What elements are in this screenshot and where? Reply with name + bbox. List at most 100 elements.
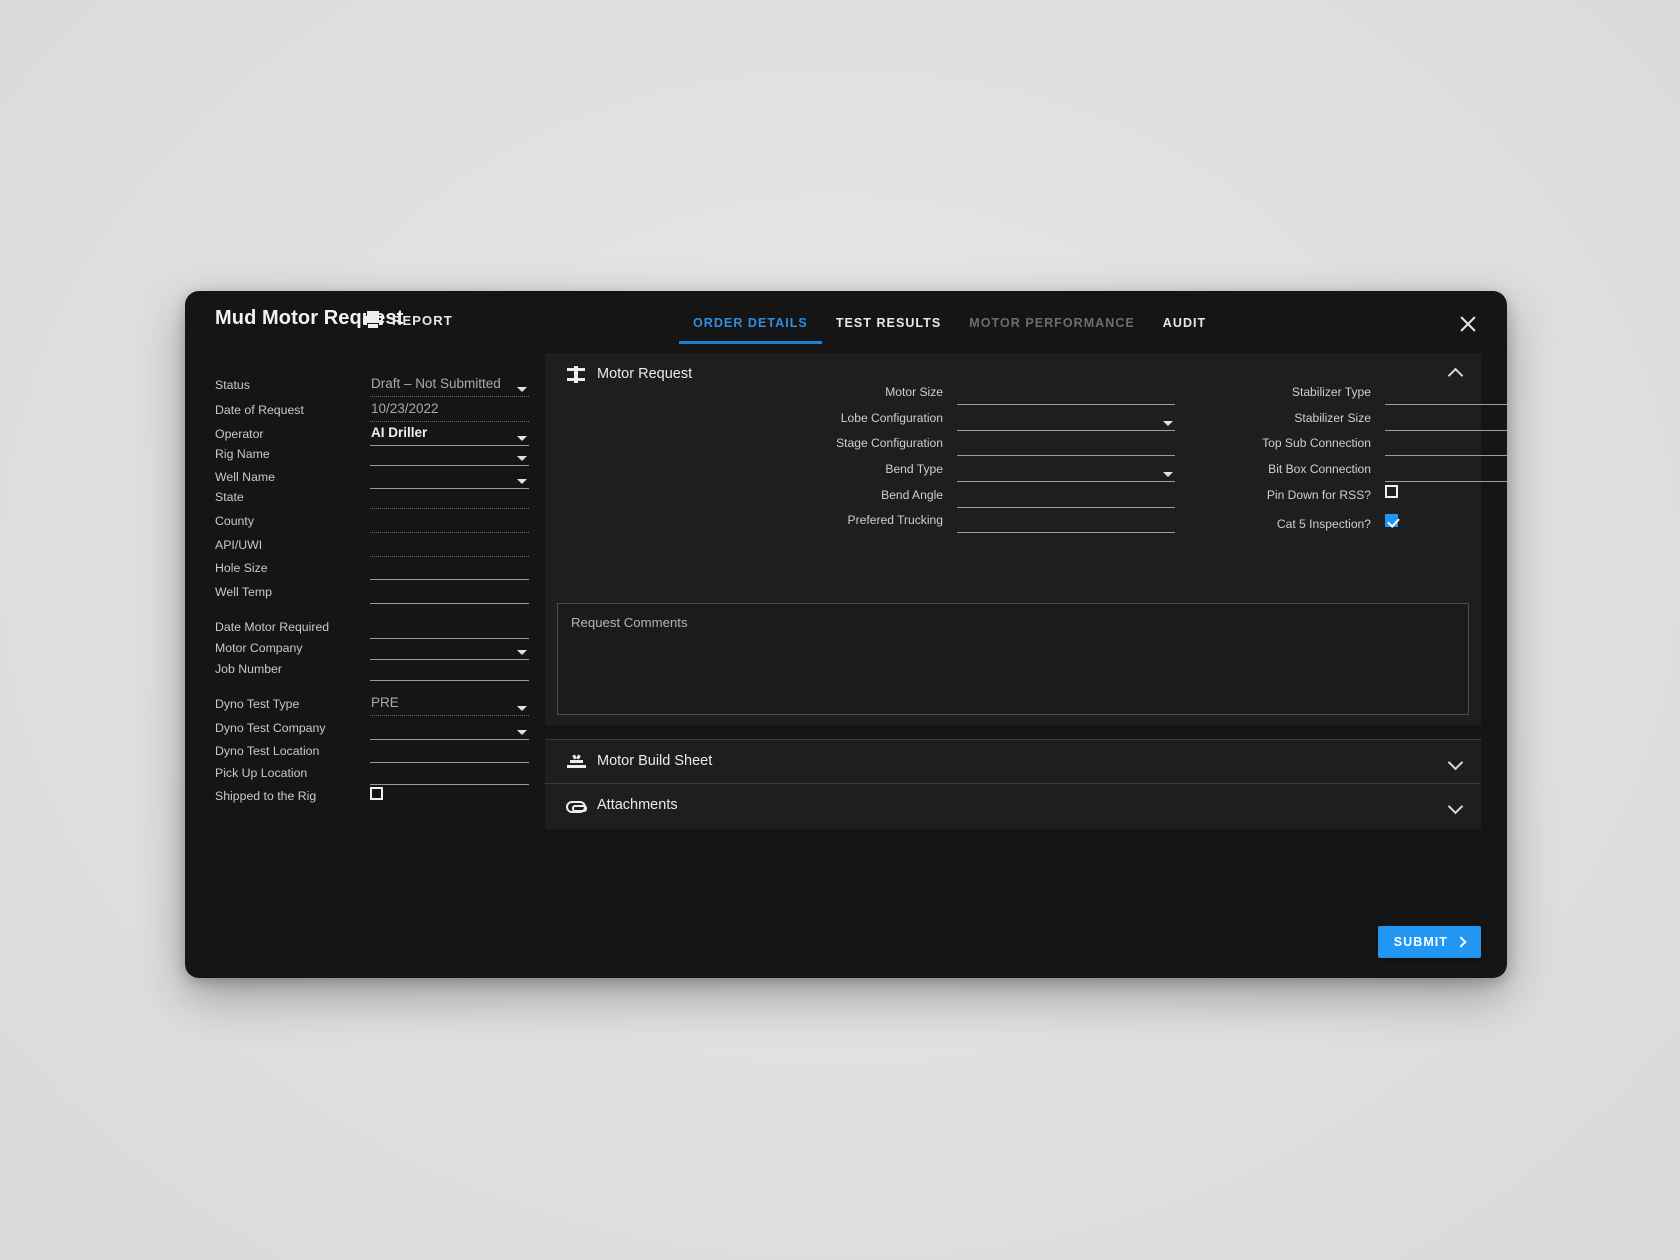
- tab-audit[interactable]: AUDIT: [1149, 310, 1220, 344]
- panel-attachments-header[interactable]: Attachments: [545, 784, 1481, 828]
- field-value: PRE: [371, 695, 399, 710]
- panel-attachments[interactable]: Attachments: [545, 783, 1481, 829]
- field-input[interactable]: [957, 458, 1175, 482]
- field-input[interactable]: [370, 487, 529, 509]
- field-input[interactable]: [370, 638, 529, 660]
- field-label: Cat 5 Inspection?: [1276, 517, 1371, 531]
- field-underline: [370, 421, 529, 422]
- motor-request-field-row: Lobe Configuration: [841, 407, 1175, 431]
- field-underline: [370, 532, 529, 533]
- field-input[interactable]: [370, 558, 529, 580]
- chevron-down-icon[interactable]: [517, 479, 527, 484]
- field-label: Job Number: [215, 662, 282, 676]
- sidebar-field-row: Job Number: [215, 659, 529, 681]
- field-label: Pin Down for RSS?: [1266, 488, 1371, 502]
- field-label: Bend Type: [885, 462, 943, 476]
- field-input[interactable]: [370, 535, 529, 557]
- field-input[interactable]: [957, 407, 1175, 431]
- submit-button-label: SUBMIT: [1393, 935, 1448, 949]
- field-label: Dyno Test Location: [215, 744, 320, 758]
- field-label: Motor Company: [215, 641, 303, 655]
- motor-request-field-row: Pin Down for RSS?: [1267, 484, 1507, 508]
- motor-request-field-row: Bend Angle: [881, 484, 1175, 508]
- field-input[interactable]: [957, 484, 1175, 508]
- chevron-down-icon[interactable]: [517, 387, 527, 392]
- chevron-down-icon[interactable]: [517, 456, 527, 461]
- chevron-down-icon[interactable]: [1447, 798, 1464, 815]
- mud-motor-request-dialog: Mud Motor Request REPORT ORDER DETAILS T…: [185, 291, 1507, 978]
- field-input[interactable]: 10/23/2022: [370, 400, 529, 422]
- checkbox-checked[interactable]: [1385, 514, 1398, 527]
- field-label: Prefered Trucking: [847, 513, 943, 527]
- field-label: Stage Configuration: [836, 436, 943, 450]
- field-input[interactable]: [370, 467, 529, 489]
- sidebar-field-row: Dyno Test Location: [215, 741, 529, 763]
- field-label: Dyno Test Company: [215, 721, 326, 735]
- sidebar-field-row: State: [215, 487, 529, 509]
- shipped-to-rig-checkbox[interactable]: [370, 787, 383, 800]
- field-label: Dyno Test Type: [215, 697, 300, 711]
- motor-request-field-row: Cat 5 Inspection?: [1277, 513, 1507, 537]
- field-input[interactable]: [1385, 381, 1507, 405]
- field-input[interactable]: Draft – Not Submitted: [370, 375, 529, 397]
- sidebar-field-row: Rig Name: [215, 444, 529, 466]
- field-input[interactable]: [1385, 432, 1507, 456]
- field-input[interactable]: [957, 381, 1175, 405]
- checkbox-unchecked[interactable]: [1385, 485, 1398, 498]
- field-input[interactable]: [370, 582, 529, 604]
- report-button[interactable]: REPORT: [363, 311, 453, 329]
- tab-order-details[interactable]: ORDER DETAILS: [679, 310, 822, 344]
- field-input[interactable]: [957, 509, 1175, 533]
- field-label: Well Temp: [215, 585, 272, 599]
- field-input[interactable]: [370, 763, 529, 785]
- sidebar-field-row: Status Draft – Not Submitted: [215, 375, 529, 397]
- motor-request-field-row: Motor Size: [885, 381, 1175, 405]
- field-label: API/UWI: [215, 538, 263, 552]
- sidebar-field-row: Motor Company: [215, 638, 529, 660]
- sidebar-field-row: Date of Request 10/23/2022: [215, 400, 529, 422]
- close-icon[interactable]: [1455, 311, 1481, 337]
- field-label: Stabilizer Type: [1291, 385, 1371, 399]
- field-input[interactable]: [370, 444, 529, 466]
- main-content: Motor Request Motor Size Lobe Configurati…: [545, 353, 1507, 978]
- paperclip-icon: [566, 801, 587, 813]
- field-label: Rig Name: [215, 447, 270, 461]
- field-input[interactable]: [370, 511, 529, 533]
- field-input[interactable]: [370, 617, 529, 639]
- chevron-down-icon[interactable]: [517, 650, 527, 655]
- motor-request-field-row: Stage Configuration: [836, 432, 1175, 456]
- field-underline: [370, 784, 529, 785]
- field-label: Well Name: [215, 470, 275, 484]
- panel-motor-build-sheet[interactable]: Motor Build Sheet: [545, 739, 1481, 783]
- field-input[interactable]: [370, 741, 529, 763]
- tab-motor-performance[interactable]: MOTOR PERFORMANCE: [955, 310, 1149, 344]
- field-input[interactable]: AI Driller: [370, 424, 529, 446]
- field-input[interactable]: [1385, 458, 1507, 482]
- sidebar-field-row: Dyno Test Company: [215, 718, 529, 740]
- chevron-down-icon[interactable]: [1163, 472, 1173, 477]
- chevron-down-icon[interactable]: [1447, 754, 1464, 771]
- submit-button[interactable]: SUBMIT: [1377, 926, 1481, 958]
- request-comments-textarea[interactable]: Request Comments: [557, 603, 1469, 715]
- field-input[interactable]: [370, 659, 529, 681]
- field-label: Date Motor Required: [215, 620, 330, 634]
- field-input[interactable]: [1385, 407, 1507, 431]
- field-input[interactable]: PRE: [370, 694, 529, 716]
- sidebar-field-row: Well Temp: [215, 582, 529, 604]
- dialog-header: Mud Motor Request REPORT ORDER DETAILS T…: [185, 291, 1507, 353]
- chevron-down-icon[interactable]: [517, 436, 527, 441]
- chevron-down-icon[interactable]: [1163, 421, 1173, 426]
- field-underline: [370, 579, 529, 580]
- motor-request-field-row: Bit Box Connection: [1268, 458, 1507, 482]
- field-underline: [370, 603, 529, 604]
- panel-attachments-title: Attachments: [597, 797, 678, 813]
- panel-motor-build-sheet-header[interactable]: Motor Build Sheet: [545, 740, 1481, 784]
- field-label: Stabilizer Size: [1294, 411, 1371, 425]
- chevron-down-icon[interactable]: [517, 706, 527, 711]
- field-input[interactable]: [957, 432, 1175, 456]
- chevron-down-icon[interactable]: [517, 730, 527, 735]
- tab-test-results[interactable]: TEST RESULTS: [822, 310, 955, 344]
- field-label: Bit Box Connection: [1268, 462, 1371, 476]
- motor-build-sheet-icon: [567, 754, 586, 769]
- field-input[interactable]: [370, 718, 529, 740]
